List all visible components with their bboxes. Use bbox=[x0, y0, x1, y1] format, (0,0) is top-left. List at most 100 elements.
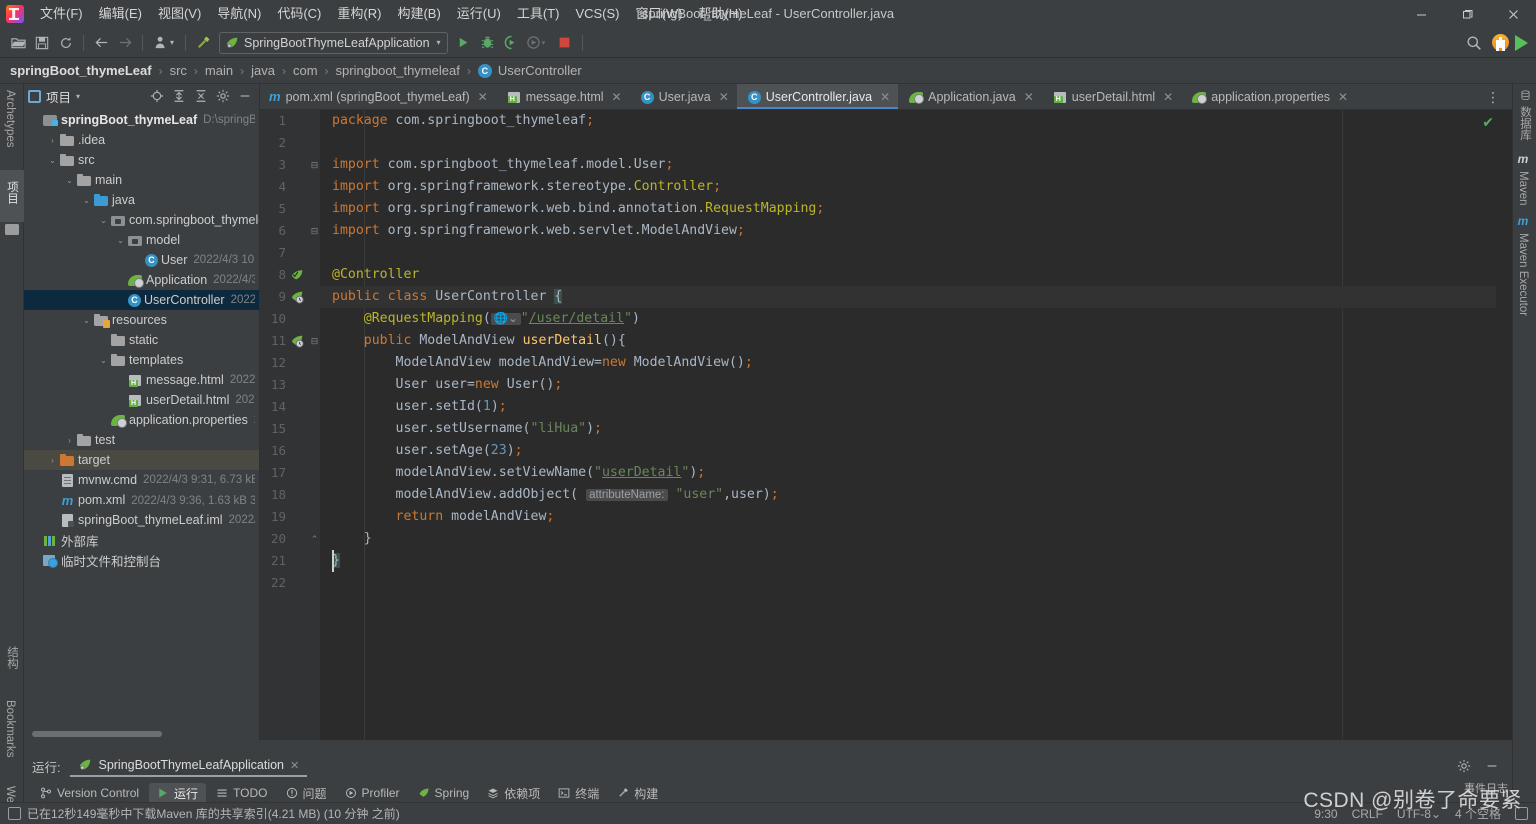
code-line-22[interactable] bbox=[320, 572, 1512, 594]
breadcrumb-item-java[interactable]: java bbox=[251, 63, 275, 78]
editor-tab-userdetail-html[interactable]: userDetail.html ✕ bbox=[1042, 84, 1181, 109]
code-line-2[interactable] bbox=[320, 132, 1512, 154]
editor-gutter[interactable]: 1 2 3 ⊟ 4 5 6 ⊟ 7 8 9 10 11 ⊟ 12 13 14 15 16 17 18 19 20 ⌃ 21 22 bbox=[260, 110, 320, 740]
run-icon[interactable] bbox=[453, 32, 475, 54]
tree-expander-icon[interactable]: ⌄ bbox=[81, 315, 92, 326]
tree-node--[interactable]: 外部库 bbox=[24, 530, 259, 550]
breadcrumb-item-class[interactable]: UserController bbox=[498, 63, 582, 78]
bottom-tab--[interactable]: 构建 bbox=[609, 783, 666, 804]
close-icon[interactable]: ✕ bbox=[880, 90, 890, 104]
bottom-tab--[interactable]: 运行 bbox=[149, 782, 207, 804]
line-separator[interactable]: CRLF bbox=[1352, 807, 1383, 821]
code-line-18[interactable]: modelAndView.addObject( attributeName: "… bbox=[320, 484, 1512, 506]
code-line-6[interactable]: import org.springframework.web.servlet.M… bbox=[320, 220, 1512, 242]
run-tab-springboot-app[interactable]: SpringBootThymeLeafApplication ✕ bbox=[70, 755, 308, 777]
code-fold-icon[interactable]: ⌃ bbox=[309, 534, 320, 545]
code-line-3[interactable]: import com.springboot_thymeleaf.model.Us… bbox=[320, 154, 1512, 176]
tree-expander-icon[interactable]: › bbox=[64, 435, 75, 446]
menu-file[interactable]: 文件(F) bbox=[32, 3, 91, 25]
project-tree[interactable]: springBoot_thymeLeafD:\springBoo›.idea⌄s… bbox=[24, 110, 259, 728]
code-line-5[interactable]: import org.springframework.web.bind.anno… bbox=[320, 198, 1512, 220]
tree-expander-icon[interactable]: ⌄ bbox=[64, 175, 75, 186]
more-options-icon[interactable]: ⋮ bbox=[1480, 90, 1506, 104]
tree-node-target[interactable]: › target bbox=[24, 450, 259, 470]
project-tree-horizontal-scrollbar[interactable] bbox=[32, 731, 162, 737]
spring-mapping-gutter-icon[interactable] bbox=[290, 290, 306, 306]
tree-expander-icon[interactable] bbox=[98, 415, 109, 426]
close-button[interactable] bbox=[1490, 0, 1536, 28]
code-line-13[interactable]: User user=new User(); bbox=[320, 374, 1512, 396]
menu-tools[interactable]: 工具(T) bbox=[509, 3, 568, 25]
code-line-4[interactable]: import org.springframework.stereotype.Co… bbox=[320, 176, 1512, 198]
status-message-group[interactable]: 已在12秒149毫秒中下载Maven 库的共享索引(4.21 MB) (10 分… bbox=[8, 805, 400, 822]
tree-node-pom-xml[interactable]: m pom.xml 2022/4/3 9:36, 1.63 kB 30 分 bbox=[24, 490, 259, 510]
read-only-icon[interactable] bbox=[1515, 807, 1528, 820]
code-line-19[interactable]: return modelAndView; bbox=[320, 506, 1512, 528]
tree-node-application[interactable]: Application 2022/4/3 9 bbox=[24, 270, 259, 290]
update-badge-icon[interactable] bbox=[1492, 34, 1509, 51]
tree-expander-icon[interactable] bbox=[132, 255, 143, 266]
tree-expander-icon[interactable]: ⌄ bbox=[47, 155, 58, 166]
bottom-tab-version-control[interactable]: Version Control bbox=[32, 784, 147, 802]
close-icon[interactable]: ✕ bbox=[290, 759, 299, 772]
bottom-tool-tabs[interactable]: Version Control 运行 TODO 问题 Profiler Spring 依赖项… bbox=[24, 782, 1512, 804]
inspection-status-icon[interactable]: ✔ bbox=[1482, 114, 1494, 131]
code-line-20[interactable]: } bbox=[320, 528, 1512, 550]
ide-play-icon[interactable] bbox=[1515, 34, 1528, 51]
expand-all-icon[interactable] bbox=[169, 86, 189, 106]
maximize-button[interactable] bbox=[1444, 0, 1490, 28]
bottom-tab-spring[interactable]: Spring bbox=[410, 784, 478, 802]
tree-node-templates[interactable]: ⌄ templates bbox=[24, 350, 259, 370]
code-fold-icon[interactable]: ⊟ bbox=[309, 160, 320, 171]
tree-expander-icon[interactable] bbox=[115, 275, 126, 286]
rail-maven[interactable]: m Maven bbox=[1513, 146, 1533, 208]
collapse-all-icon[interactable] bbox=[191, 86, 211, 106]
stop-icon[interactable] bbox=[554, 32, 576, 54]
editor-tab-bar[interactable]: mpom.xml (springBoot_thymeLeaf)✕message.… bbox=[260, 84, 1512, 110]
breadcrumb-item-project[interactable]: springBoot_thymeLeaf bbox=[10, 63, 152, 78]
save-icon[interactable] bbox=[31, 32, 53, 54]
tree-node-com-springboot-thymele[interactable]: ⌄ com.springboot_thymele bbox=[24, 210, 259, 230]
code-fold-icon[interactable]: ⊟ bbox=[309, 226, 320, 237]
code-line-16[interactable]: user.setAge(23); bbox=[320, 440, 1512, 462]
tree-expander-icon[interactable] bbox=[47, 475, 58, 486]
rail-archetypes[interactable]: Archetypes bbox=[0, 84, 20, 170]
code-line-10[interactable]: @RequestMapping(🌐⌄ "/user/detail") bbox=[320, 308, 1512, 330]
tree-node-src[interactable]: ⌄ src bbox=[24, 150, 259, 170]
settings-gear-icon[interactable] bbox=[1454, 756, 1474, 776]
tree-node-userdetail-html[interactable]: userDetail.html 2022/ bbox=[24, 390, 259, 410]
code-line-1[interactable]: package com.springboot_thymeleaf; bbox=[320, 110, 1512, 132]
tree-node-usercontroller[interactable]: UserController 2022/4 bbox=[24, 290, 259, 310]
breadcrumb[interactable]: springBoot_thymeLeaf › src › main › java… bbox=[0, 58, 1536, 84]
open-folder-icon[interactable] bbox=[7, 32, 29, 54]
editor-scrollbar[interactable] bbox=[1496, 136, 1512, 740]
tree-node-springboot-thymeleaf-iml[interactable]: springBoot_thymeLeaf.iml 2022/4/ bbox=[24, 510, 259, 530]
rail-bookmarks[interactable]: Bookmarks bbox=[0, 694, 20, 780]
tree-expander-icon[interactable]: ⌄ bbox=[115, 235, 126, 246]
rail-database[interactable]: 数据库 bbox=[1513, 84, 1536, 146]
profiler-icon[interactable]: ▾ bbox=[525, 32, 547, 54]
breadcrumb-item-src[interactable]: src bbox=[170, 63, 187, 78]
tree-node--[interactable]: 临时文件和控制台 bbox=[24, 550, 259, 570]
bottom-tab--[interactable]: 依赖项 bbox=[479, 783, 548, 804]
back-arrow-icon[interactable] bbox=[90, 32, 112, 54]
sync-icon[interactable] bbox=[55, 32, 77, 54]
menu-window[interactable]: 窗口(W) bbox=[628, 3, 691, 25]
close-icon[interactable]: ✕ bbox=[1163, 90, 1173, 104]
tree-node-test[interactable]: › test bbox=[24, 430, 259, 450]
bottom-tab-profiler[interactable]: Profiler bbox=[337, 784, 408, 802]
menu-code[interactable]: 代码(C) bbox=[269, 3, 329, 25]
menu-build[interactable]: 构建(B) bbox=[389, 3, 448, 25]
close-icon[interactable]: ✕ bbox=[478, 90, 488, 104]
breadcrumb-item-package[interactable]: springboot_thymeleaf bbox=[336, 63, 460, 78]
editor-tab-user-java[interactable]: User.java ✕ bbox=[630, 84, 737, 109]
bottom-tab--[interactable]: 终端 bbox=[550, 783, 607, 804]
rail-maven-executor[interactable]: m Maven Executor bbox=[1513, 208, 1533, 320]
tree-node-application-properties[interactable]: application.properties 20 bbox=[24, 410, 259, 430]
project-panel-title[interactable]: 项目 ▾ bbox=[28, 87, 80, 106]
run-configuration-selector[interactable]: SpringBootThymeLeafApplication ▾ bbox=[219, 31, 448, 54]
tree-expander-icon[interactable]: › bbox=[47, 455, 58, 466]
window-controls[interactable] bbox=[1398, 0, 1536, 28]
indent-setting[interactable]: 4 个空格 bbox=[1455, 805, 1501, 822]
tree-node-message-html[interactable]: message.html 2022/4, bbox=[24, 370, 259, 390]
